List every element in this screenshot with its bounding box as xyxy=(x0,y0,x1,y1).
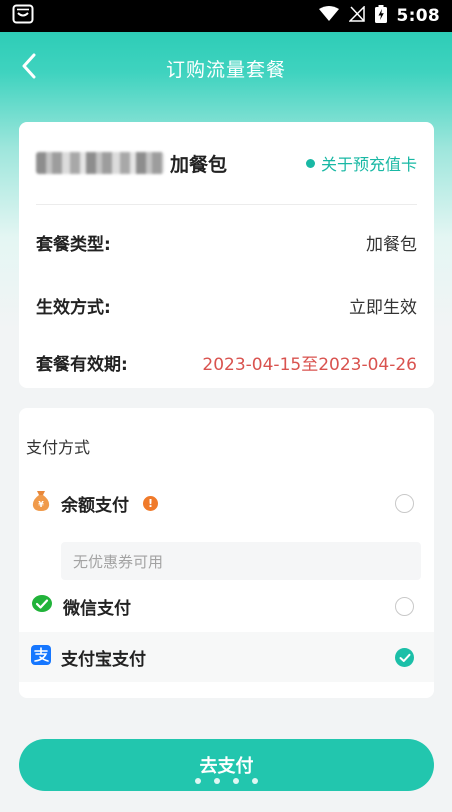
package-type-row: 套餐类型: 加餐包 xyxy=(36,227,417,257)
wifi-icon xyxy=(318,6,339,26)
validity-value: 2023-04-15至2023-04-26 xyxy=(202,354,417,375)
payment-option-alipay[interactable]: 支付宝支付 xyxy=(19,632,434,682)
alipay-icon xyxy=(31,645,51,669)
payment-option-wechat[interactable]: 微信支付 xyxy=(19,581,434,631)
package-name-suffix: 加餐包 xyxy=(170,153,228,176)
payment-option-label: 微信支付 xyxy=(63,598,131,619)
battery-icon xyxy=(374,5,387,27)
svg-text:¥: ¥ xyxy=(38,500,44,509)
divider xyxy=(36,204,417,205)
radio-balance[interactable] xyxy=(395,493,414,513)
check-icon xyxy=(399,648,411,667)
page-dot xyxy=(194,778,201,784)
activation-method-value: 立即生效 xyxy=(349,297,417,318)
validity-row: 套餐有效期: 2023-04-15至2023-04-26 xyxy=(36,347,417,377)
money-bag-icon: ¥ xyxy=(31,490,51,516)
page-title: 订购流量套餐 xyxy=(165,58,286,81)
balance-info-icon[interactable]: ! xyxy=(143,495,158,511)
package-name-row: 加餐包 关于预充值卡 xyxy=(19,122,434,204)
status-time: 5:08 xyxy=(396,6,440,26)
radio-alipay-checked[interactable] xyxy=(395,647,414,667)
signal-icon xyxy=(347,5,365,26)
status-bar: 5:08 xyxy=(0,0,452,32)
navbar: 订购流量套餐 xyxy=(0,32,452,104)
app-notification-icon xyxy=(12,4,34,28)
activation-method-label: 生效方式: xyxy=(36,297,111,318)
page-dot xyxy=(213,778,220,784)
payment-option-balance[interactable]: ¥ 余额支付 ! xyxy=(19,478,434,528)
blurred-package-name xyxy=(36,152,164,174)
payment-option-label: 余额支付 xyxy=(61,495,129,516)
page-dot xyxy=(251,778,258,784)
package-type-label: 套餐类型: xyxy=(36,234,111,255)
about-link-label: 关于预充值卡 xyxy=(320,155,417,174)
back-arrow-icon xyxy=(21,53,37,83)
wechat-icon xyxy=(31,594,53,618)
payment-section-title: 支付方式 xyxy=(26,438,91,457)
coupon-field[interactable]: 无优惠券可用 xyxy=(61,542,421,580)
page-indicator xyxy=(0,778,452,788)
page-dot xyxy=(232,778,239,784)
package-type-value: 加餐包 xyxy=(366,234,417,255)
activation-method-row: 生效方式: 立即生效 xyxy=(36,290,417,320)
back-button[interactable] xyxy=(14,52,44,84)
about-prepaid-card-link[interactable]: 关于预充值卡 xyxy=(305,151,417,175)
radio-wechat[interactable] xyxy=(395,596,414,616)
payment-method-card: 支付方式 ¥ 余额支付 ! 无优惠券可用 微信支付 支付宝支付 xyxy=(19,408,434,698)
info-dot-icon xyxy=(305,158,315,168)
package-info-card: 加餐包 关于预充值卡 套餐类型: 加餐包 生效方式: 立即生效 套餐有效期: 2… xyxy=(19,122,434,388)
payment-option-label: 支付宝支付 xyxy=(61,649,146,670)
package-name: 加餐包 xyxy=(36,150,227,177)
validity-label: 套餐有效期: xyxy=(36,354,128,375)
